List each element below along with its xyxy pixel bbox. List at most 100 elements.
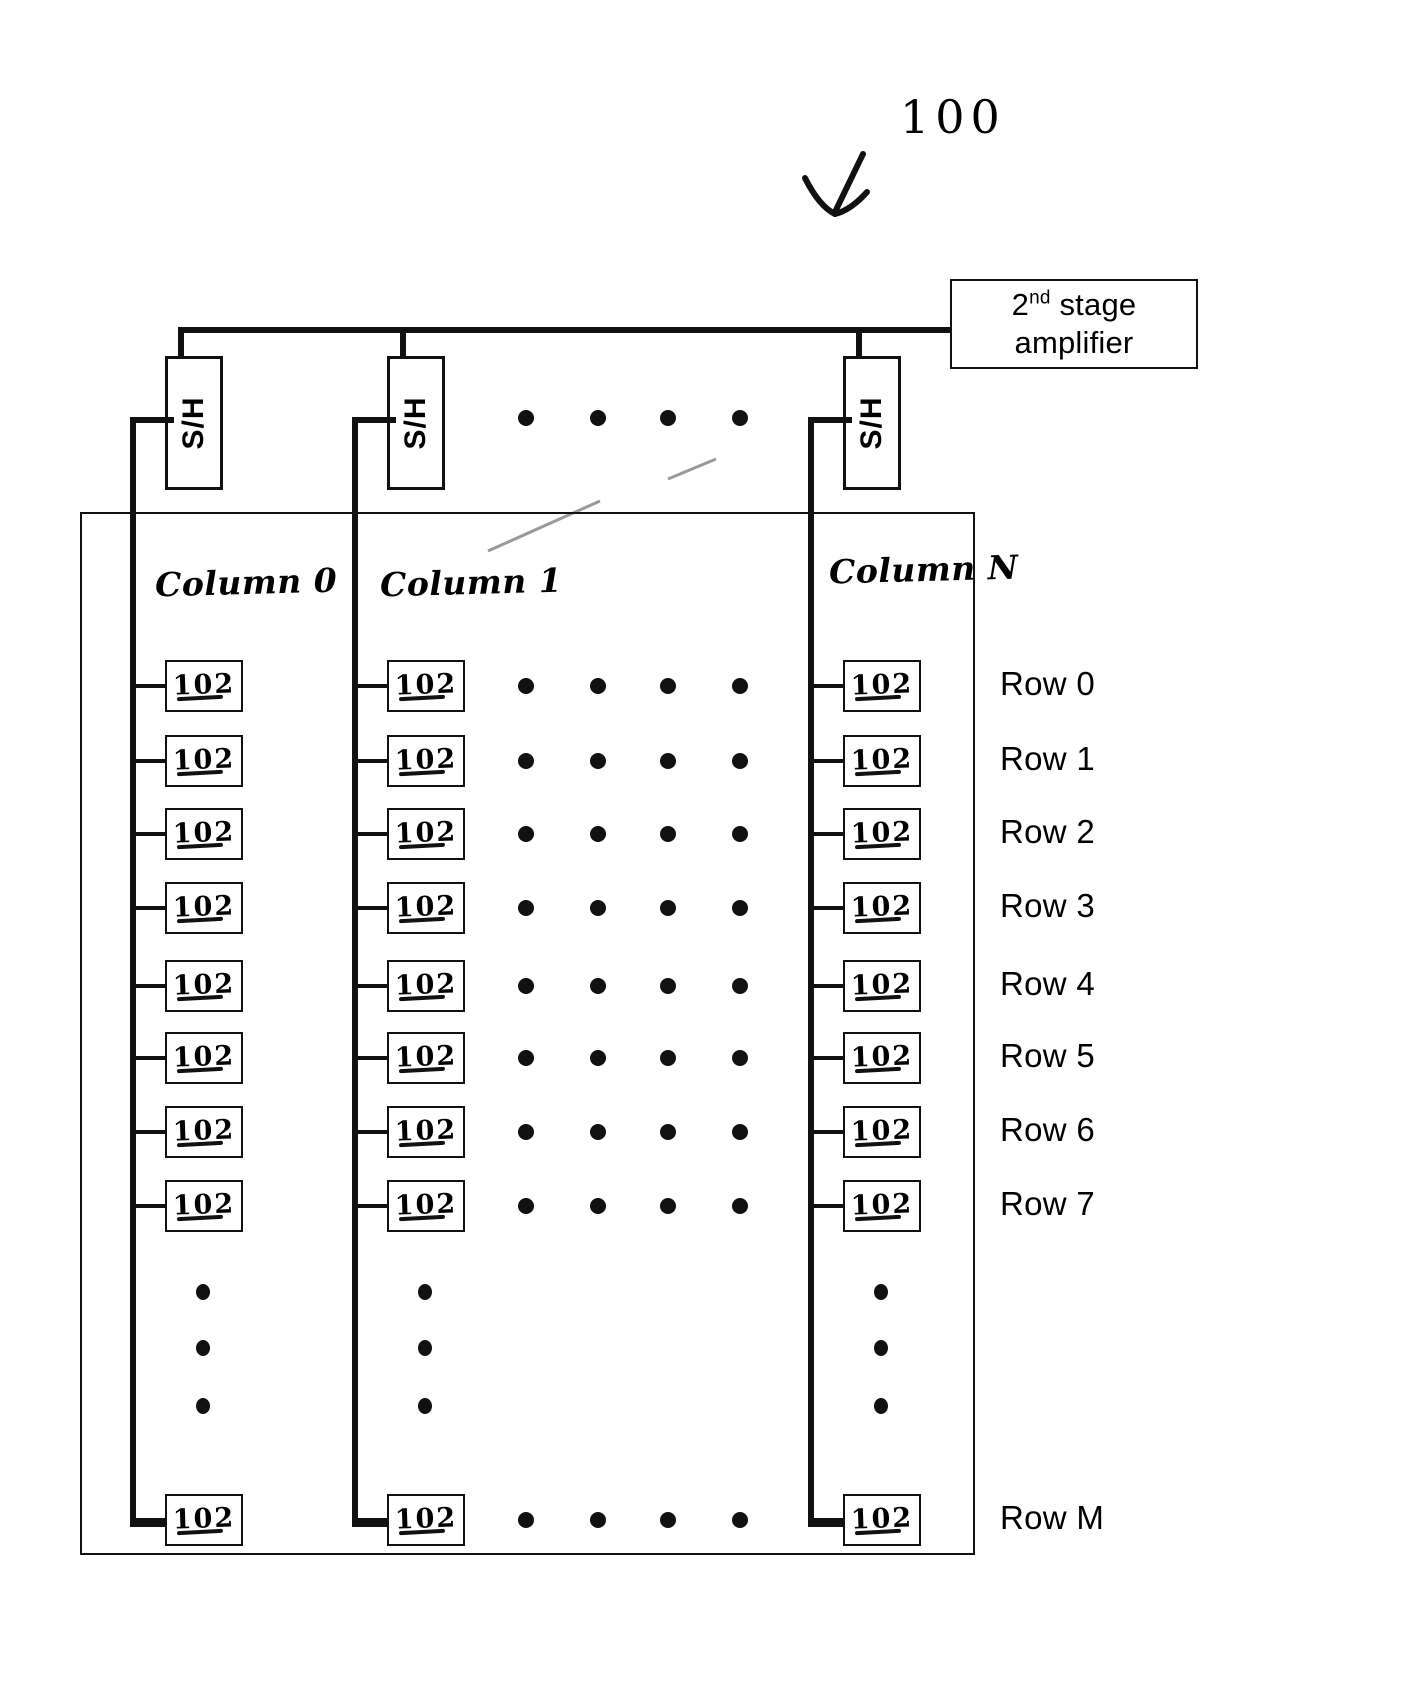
ellipsis-dot [590,1512,606,1528]
ellipsis-dot [590,678,606,694]
row-label-row0: Row 0 [1000,665,1096,702]
pixel-cell-col1-row6: 102 [387,1106,465,1158]
pixel-cell-colN-row3: 102 [843,882,921,934]
sample-hold-col0: S/H [165,356,223,490]
cell-bus-stub [136,984,165,988]
pixel-cell-col1-row3: 102 [387,882,465,934]
pixel-cell-col0-row6: 102 [165,1106,243,1158]
ellipsis-dot [590,410,606,426]
ellipsis-dot [518,1124,534,1140]
second-stage-amplifier-box: 2nd stage amplifier [950,279,1198,369]
ellipsis-dot [196,1340,210,1356]
row-label-row6: Row 6 [1000,1111,1096,1148]
pixel-cell-col0-rowM: 102 [165,1494,243,1546]
pixel-cell-colN-row0: 102 [843,660,921,712]
row-label-row1: Row 1 [1000,740,1096,777]
column-label-N: Column N [828,547,1019,592]
ellipsis-dot [196,1284,210,1300]
pixel-cell-colN-row2: 102 [843,808,921,860]
pixel-cell-col0-row2: 102 [165,808,243,860]
ellipsis-dot [660,1124,676,1140]
pixel-cell-col0-row0: 102 [165,660,243,712]
pixel-cell-col0-row7: 102 [165,1180,243,1232]
cell-bus-stub [358,1518,387,1522]
ellipsis-dot [874,1284,888,1300]
ellipsis-dot [732,678,748,694]
column-bus-top-colN [808,417,852,423]
pixel-cell-col0-row1: 102 [165,735,243,787]
cell-bus-stub [136,1518,165,1522]
cell-bus-stub [358,759,387,763]
cell-bus-stub [136,684,165,688]
row-label-row7: Row 7 [1000,1185,1096,1222]
pixel-cell-colN-rowM: 102 [843,1494,921,1546]
bus-drop-colN [856,327,862,359]
sample-hold-colN: S/H [843,356,901,490]
ellipsis-dot [732,753,748,769]
cell-bus-stub [814,832,843,836]
pixel-cell-colN-row6: 102 [843,1106,921,1158]
cell-bus-stub [814,906,843,910]
pixel-cell-colN-row5: 102 [843,1032,921,1084]
cell-bus-stub [358,984,387,988]
cell-bus-stub [814,1204,843,1208]
ellipsis-dot [518,1050,534,1066]
pixel-cell-col1-row5: 102 [387,1032,465,1084]
ellipsis-dot [518,753,534,769]
cell-bus-stub [814,1056,843,1060]
cell-bus-stub [136,832,165,836]
ellipsis-dot [590,826,606,842]
pixel-cell-col1-row4: 102 [387,960,465,1012]
column-bus-top-col0 [130,417,174,423]
bus-drop-col1 [400,327,406,359]
pixel-cell-col1-rowM: 102 [387,1494,465,1546]
ellipsis-dot [518,826,534,842]
ellipsis-dot [660,1198,676,1214]
ellipsis-dot [732,1124,748,1140]
ellipsis-dot [660,1512,676,1528]
pixel-cell-colN-row7: 102 [843,1180,921,1232]
reference-numeral-100: 100 [900,90,1006,144]
ellipsis-dot [518,978,534,994]
cell-bus-stub [136,1130,165,1134]
cell-bus-stub [136,1056,165,1060]
pixel-cell-col1-row7: 102 [387,1180,465,1232]
ellipsis-dot [518,1512,534,1528]
ellipsis-dot [196,1398,210,1414]
ellipsis-dot [418,1340,432,1356]
column-label-0: Column 0 [154,560,338,605]
amplifier-stage-word: stage [1050,287,1137,322]
row-label-row2: Row 2 [1000,813,1096,850]
pixel-cell-col1-row2: 102 [387,808,465,860]
cell-bus-stub [358,1204,387,1208]
ellipsis-dot [874,1398,888,1414]
ellipsis-dot [732,1050,748,1066]
ellipsis-dot [590,1198,606,1214]
pixel-cell-colN-row1: 102 [843,735,921,787]
ellipsis-dot [660,753,676,769]
cell-bus-stub [136,1204,165,1208]
cell-bus-stub [358,684,387,688]
cell-bus-stub [814,984,843,988]
ellipsis-dot [732,978,748,994]
row-label-rowM: Row M [1000,1499,1105,1536]
cell-bus-stub [358,1056,387,1060]
cell-bus-stub [814,1130,843,1134]
pixel-cell-col0-row3: 102 [165,882,243,934]
ellipsis-dot [518,900,534,916]
cell-bus-stub [814,1518,843,1522]
ellipsis-dot [660,978,676,994]
ellipsis-dot [660,410,676,426]
ellipsis-dot [660,900,676,916]
ellipsis-dot [418,1398,432,1414]
sample-hold-label: S/H [855,396,888,450]
ellipsis-dot [660,1050,676,1066]
bus-drop-col0 [178,327,184,359]
pixel-cell-col1-row0: 102 [387,660,465,712]
pixel-cell-colN-row4: 102 [843,960,921,1012]
row-label-row3: Row 3 [1000,887,1096,924]
ellipsis-dot [732,826,748,842]
ellipsis-dot [518,410,534,426]
ellipsis-dot [590,900,606,916]
cell-bus-stub [358,906,387,910]
